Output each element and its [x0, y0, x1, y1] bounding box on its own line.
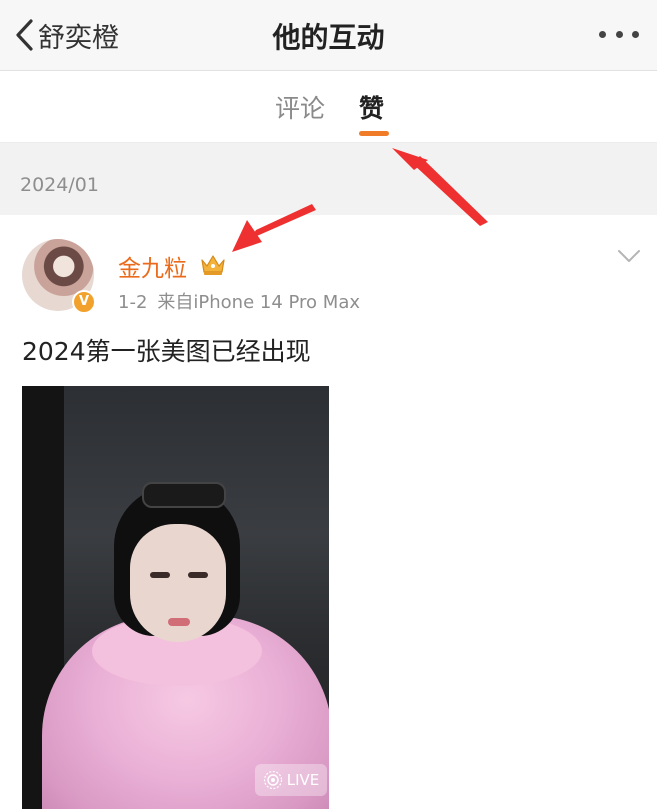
- date-label: 2024/01: [20, 174, 99, 196]
- section-divider: [0, 143, 657, 157]
- author-name[interactable]: 金九粒: [118, 249, 187, 283]
- active-tab-indicator: [359, 131, 389, 136]
- image-eye: [150, 572, 170, 578]
- post-source: 来自iPhone 14 Pro Max: [157, 292, 361, 313]
- post-image[interactable]: LIVE: [22, 386, 329, 809]
- page-title: 他的互动: [272, 21, 385, 54]
- image-lips: [168, 618, 190, 626]
- post-card[interactable]: V 金九粒 1-2 来自iPhone 14 Pro Max 2024第一张美图已经…: [0, 215, 657, 809]
- live-photo-icon: [263, 770, 282, 790]
- tab-bar: 评论 赞: [0, 71, 657, 143]
- live-badge[interactable]: LIVE: [255, 764, 327, 796]
- tab-likes[interactable]: 赞: [359, 89, 384, 125]
- image-sunglasses: [142, 482, 226, 508]
- more-dot: [632, 30, 639, 38]
- verified-icon: V: [72, 290, 96, 314]
- date-section-header: 2024/01: [0, 157, 657, 215]
- tab-comments[interactable]: 评论: [275, 89, 325, 125]
- more-dot: [599, 30, 606, 38]
- post-meta: 1-2 来自iPhone 14 Pro Max: [118, 288, 360, 314]
- chevron-down-icon[interactable]: [617, 249, 641, 263]
- navigation-bar: 舒奕橙 他的互动: [0, 0, 657, 71]
- live-label: LIVE: [286, 771, 320, 789]
- more-icon[interactable]: [599, 24, 639, 44]
- image-eye: [188, 572, 208, 578]
- post-date: 1-2: [118, 292, 148, 313]
- post-text: 2024第一张美图已经出现: [22, 337, 311, 366]
- crown-icon: [201, 255, 225, 275]
- more-dot: [615, 30, 623, 38]
